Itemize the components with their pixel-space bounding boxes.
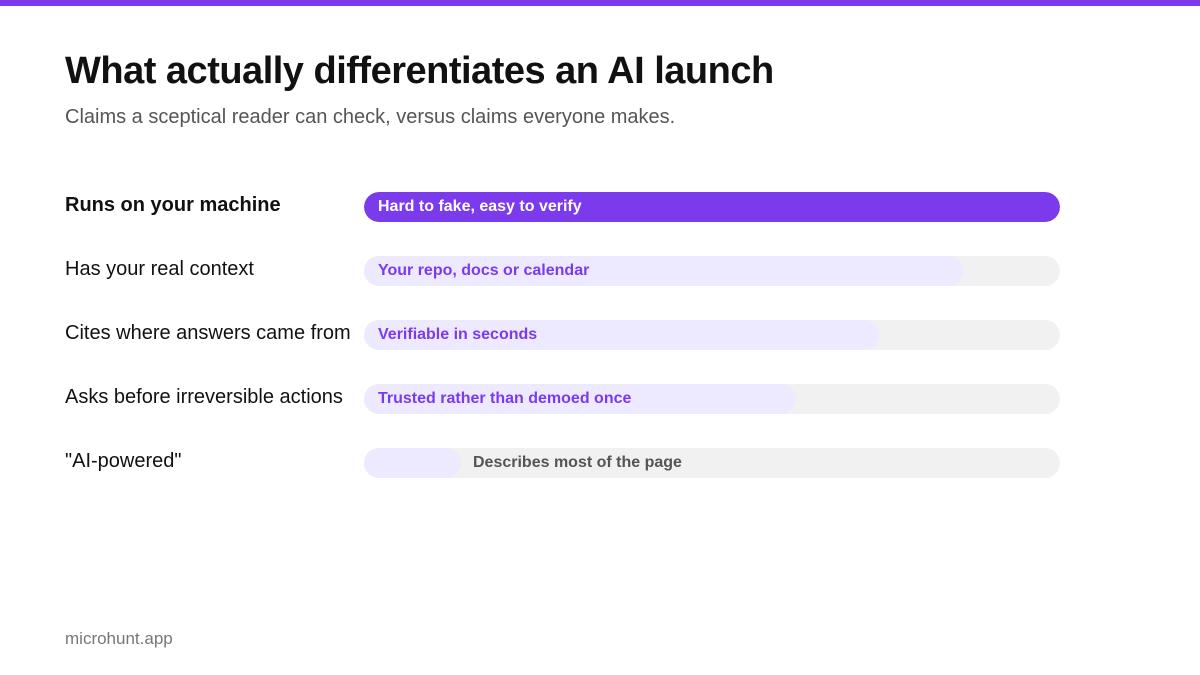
bar-track: Trusted rather than demoed once <box>364 384 1060 414</box>
row-label: Has your real context <box>65 258 254 280</box>
bar-value-label: Your repo, docs or calendar <box>378 262 590 279</box>
bar-chart: Runs on your machine Hard to fake, easy t… <box>0 0 1200 675</box>
row-label: Cites where answers came from <box>65 322 351 344</box>
row-label: "AI-powered" <box>65 450 182 472</box>
footer-brand: microhunt.app <box>65 629 173 648</box>
row-label: Asks before irreversible actions <box>65 386 343 408</box>
bar-value-label: Describes most of the page <box>473 454 682 471</box>
row-label: Runs on your machine <box>65 194 281 216</box>
bar-value-label: Verifiable in seconds <box>378 326 538 343</box>
bar-track: Hard to fake, easy to verify <box>364 192 1060 222</box>
bar-fill <box>364 448 461 478</box>
bar-track: Your repo, docs or calendar <box>364 256 1060 286</box>
bar-track: Verifiable in seconds <box>364 320 1060 350</box>
bar-value-label: Hard to fake, easy to verify <box>378 198 582 215</box>
bar-value-label: Trusted rather than demoed once <box>378 390 632 407</box>
bar-track: Describes most of the page <box>364 448 1060 478</box>
